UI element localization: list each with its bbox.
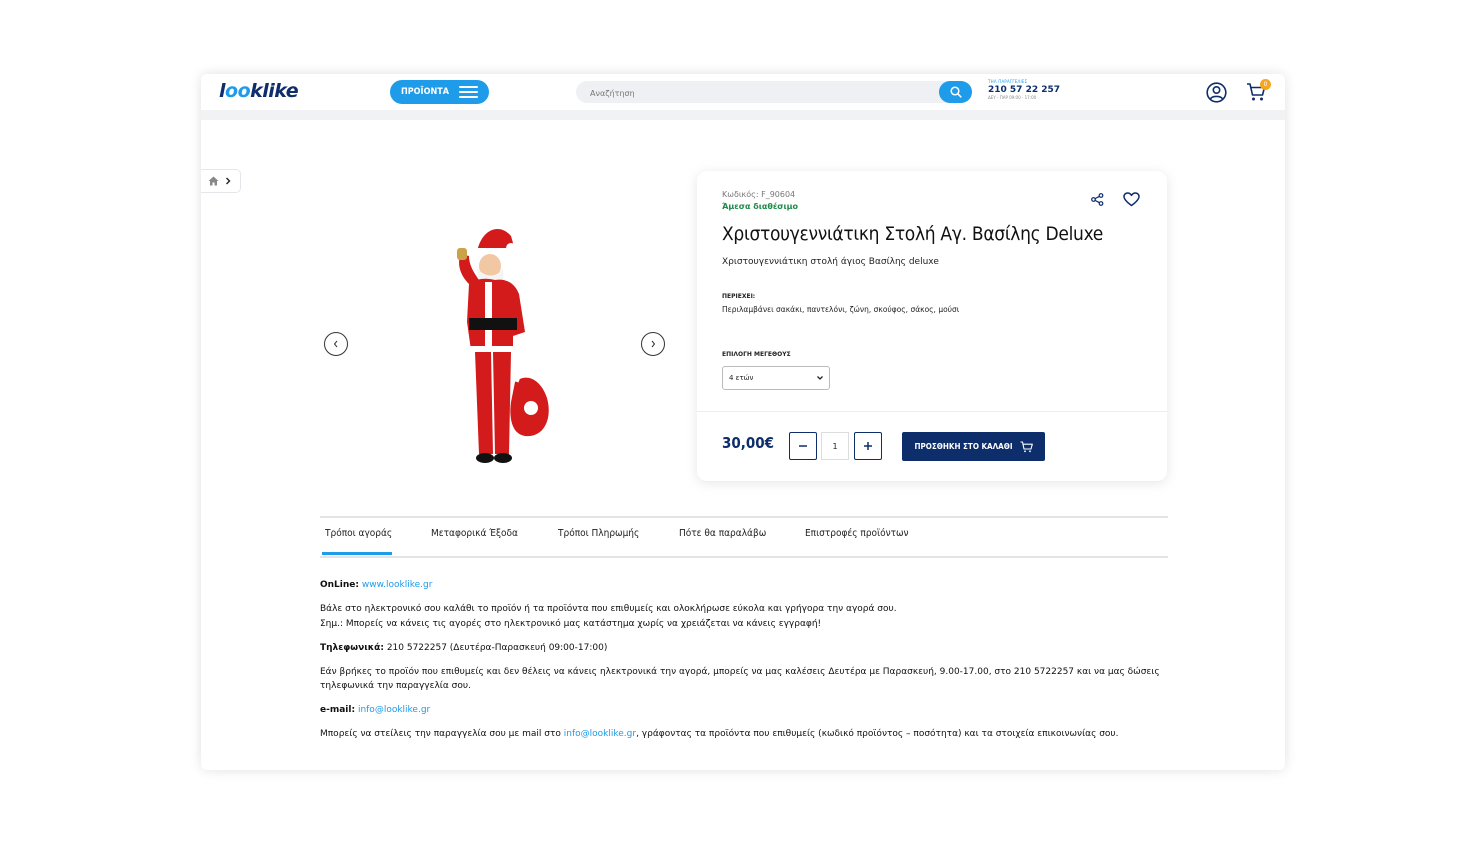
phone-label: ΤΗΛ ΠΑΡΑΓΓΕΛΙΕΣ (988, 79, 1028, 84)
contents-text: Περιλαμβάνει σακάκι, παντελόνι, ζώνη, σκ… (722, 305, 960, 314)
chevron-right-icon (226, 177, 231, 185)
online-label: OnLine: (320, 580, 359, 590)
email-label: e-mail: (320, 705, 356, 715)
product-description: Χριστουγεννιάτικη στολή άγιος Βασίλης de… (722, 257, 939, 267)
gallery-next-button[interactable] (641, 332, 665, 356)
mail-order-email-link[interactable]: info@looklike.gr (564, 729, 636, 739)
logo-suffix: klike (250, 80, 299, 102)
tab-content: OnLine: www.looklike.gr Βάλε στο ηλεκτρο… (320, 578, 1170, 751)
phone-paragraph: Τηλεφωνικά: 210 5722257 (Δευτέρα-Παρασκε… (320, 641, 1170, 656)
plus-icon (864, 442, 872, 450)
email-link[interactable]: info@looklike.gr (358, 705, 430, 715)
online-paragraph: OnLine: www.looklike.gr (320, 578, 1170, 593)
card-divider (697, 411, 1167, 412)
size-select[interactable]: 4 ετών (722, 366, 830, 390)
chevron-left-icon (333, 340, 338, 348)
chevron-down-icon (817, 376, 823, 380)
chevron-right-icon (651, 340, 656, 348)
size-label: ΕΠΙΛΟΓΗ ΜΕΓΕΘΟΥΣ (722, 351, 791, 358)
mail-order-paragraph: Μπορείς να στείλεις την παραγγελία σου μ… (320, 727, 1170, 742)
phone-order-paragraph: Εάν βρήκες το προϊόν που επιθυμείς και δ… (320, 666, 1160, 692)
availability-status: Άμεσα διαθέσιμο (722, 202, 799, 211)
instructions-paragraph: Βάλε στο ηλεκτρονικό σου καλάθι το προϊό… (320, 602, 1170, 631)
search-bar (576, 81, 972, 103)
user-icon[interactable] (1206, 82, 1227, 103)
hamburger-icon (459, 86, 479, 98)
add-to-cart-button[interactable]: ΠΡΟΣΘΗΚΗ ΣΤΟ ΚΑΛΑΘΙ (902, 432, 1045, 461)
breadcrumb (201, 169, 241, 193)
products-menu-button[interactable]: ΠΡΟΪΟΝΤΑ (390, 80, 489, 104)
quantity-increase-button[interactable] (854, 432, 882, 460)
quantity-decrease-button[interactable] (789, 432, 817, 460)
site-header: looklike ΠΡΟΪΟΝΤΑ ΤΗΛ ΠΑΡΑΓΓΕΛΙΕΣ 210 57… (201, 74, 1285, 111)
phone-number: 210 57 22 257 (988, 85, 1061, 95)
home-icon[interactable] (208, 176, 219, 186)
phone-orders-text: 210 5722257 (Δευτέρα-Παρασκευή 09:00-17:… (386, 642, 608, 653)
products-label: ΠΡΟΪΟΝΤΑ (400, 87, 450, 97)
product-price: 30,00€ (722, 434, 775, 452)
phone-orders[interactable]: ΤΗΛ ΠΑΡΑΓΓΕΛΙΕΣ 210 57 22 257 ΔΕΥ - ΠΑΡ … (988, 79, 1060, 100)
tab-payment-methods[interactable]: Τρόποι Πληρωμής (558, 528, 639, 539)
cart-count-badge: 0 (1260, 79, 1271, 90)
logo[interactable]: looklike (219, 80, 299, 102)
phone-hours: ΔΕΥ - ΠΑΡ 09:00 - 17:00 (988, 95, 1037, 100)
tab-purchase-methods[interactable]: Τρόποι αγοράς (325, 528, 392, 539)
browser-frame: looklike ΠΡΟΪΟΝΤΑ ΤΗΛ ΠΑΡΑΓΓΕΛΙΕΣ 210 57… (201, 74, 1285, 770)
share-icon[interactable] (1091, 193, 1104, 206)
search-input[interactable] (588, 84, 932, 102)
heart-icon[interactable] (1123, 192, 1140, 207)
mail-order-text-before: Μπορείς να στείλεις την παραγγελία σου μ… (320, 729, 564, 739)
product-image (457, 229, 549, 463)
contents-label: ΠΕΡΙΕΧΕΙ: (722, 293, 756, 300)
header-strip (201, 110, 1285, 120)
minus-icon (799, 445, 807, 447)
info-tabs: Τρόποι αγοράς Μεταφορικά Έξοδα Τρόποι Πλ… (320, 516, 1168, 558)
tab-shipping-costs[interactable]: Μεταφορικά Έξοδα (431, 528, 518, 539)
quantity-input[interactable] (821, 432, 849, 460)
size-selected-value: 4 ετών (729, 374, 754, 382)
instructions-line-2: Σημ.: Μπορείς να κάνεις τις αγορές στο η… (320, 618, 822, 629)
product-title: Χριστουγεννιάτικη Στολή Αγ. Βασίλης Delu… (722, 223, 1104, 245)
product-sku: Κωδικός: F_90604 (722, 190, 796, 199)
instructions-line-1: Βάλε στο ηλεκτρονικό σου καλάθι το προϊό… (320, 604, 897, 614)
phone-orders-label: Τηλεφωνικά: (320, 642, 384, 653)
logo-eyes: oo (225, 80, 251, 102)
product-info-card: Κωδικός: F_90604 Άμεσα διαθέσιμο Χριστου… (697, 171, 1167, 481)
add-to-cart-label: ΠΡΟΣΘΗΚΗ ΣΤΟ ΚΑΛΑΘΙ (914, 442, 1013, 451)
gallery-prev-button[interactable] (324, 332, 348, 356)
search-button[interactable] (939, 81, 972, 103)
search-icon (949, 86, 962, 98)
cart-icon (1020, 440, 1033, 452)
email-paragraph: e-mail: info@looklike.gr (320, 703, 1170, 718)
tab-returns[interactable]: Επιστροφές προϊόντων (805, 528, 909, 539)
active-tab-indicator (322, 552, 392, 555)
online-link[interactable]: www.looklike.gr (362, 580, 433, 590)
mail-order-text-after: , γράφοντας τα προϊόντα που επιθυμείς (κ… (636, 729, 1119, 739)
tab-delivery-time[interactable]: Πότε θα παραλάβω (679, 528, 766, 539)
